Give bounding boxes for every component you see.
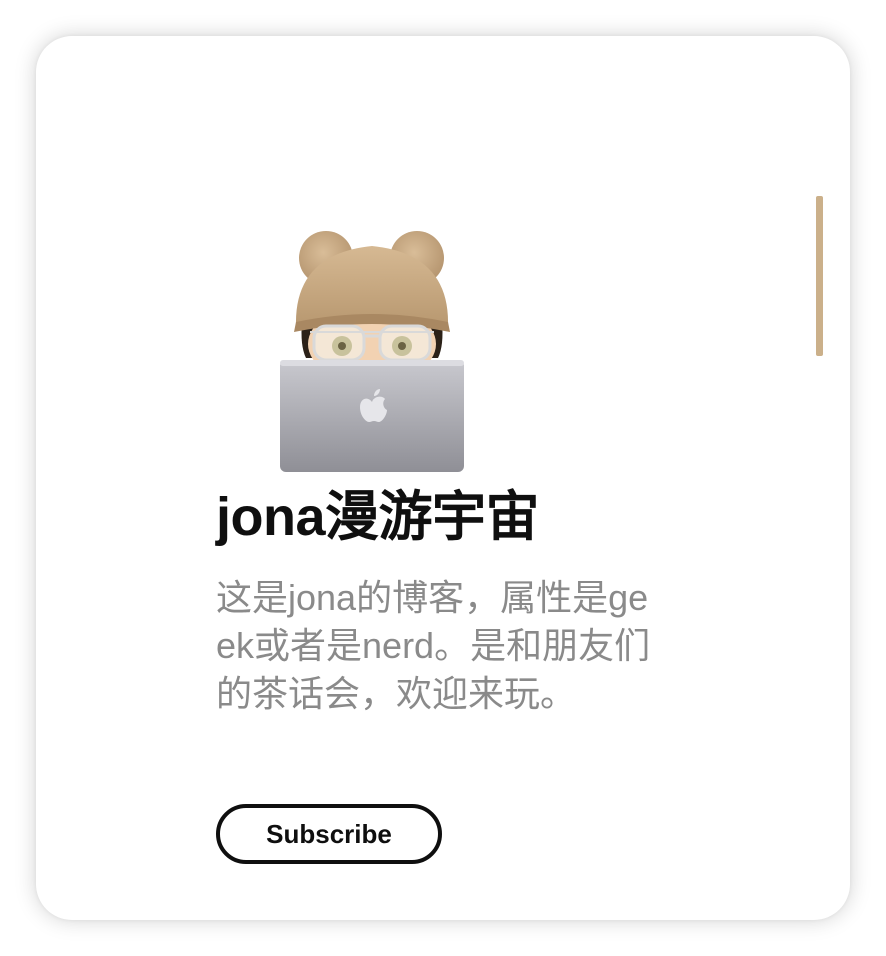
page: jona漫游宇宙 这是jona的博客，属性是geek或者是nerd。是和朋友们的… <box>0 0 886 956</box>
subscribe-button[interactable]: Subscribe <box>216 804 442 864</box>
blog-description: 这是jona的博客，属性是geek或者是nerd。是和朋友们的茶话会，欢迎来玩。 <box>216 577 651 714</box>
blog-title: jona漫游宇宙 <box>216 487 540 547</box>
scroll-indicator[interactable] <box>816 196 823 356</box>
profile-card: jona漫游宇宙 这是jona的博客，属性是geek或者是nerd。是和朋友们的… <box>36 36 850 920</box>
avatar <box>280 231 464 472</box>
